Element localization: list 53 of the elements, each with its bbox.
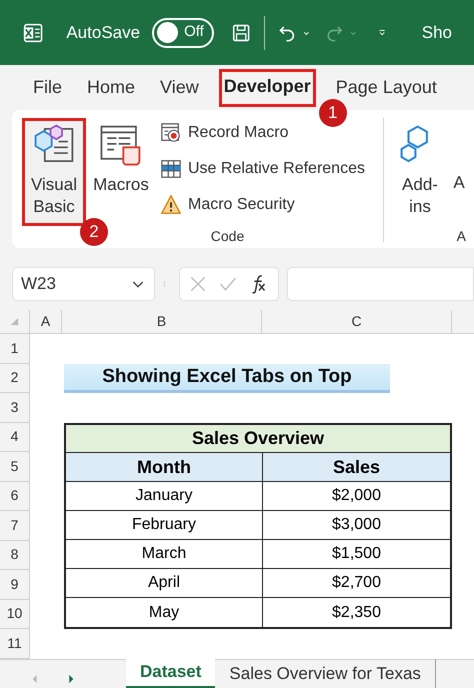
- ribbon-button[interactable]: Use Relative References: [160, 154, 365, 184]
- ribbon-button[interactable]: Macro Security: [160, 190, 365, 220]
- column-header[interactable]: C: [262, 310, 452, 334]
- autosave-toggle[interactable]: Off: [152, 18, 214, 48]
- sheet-tab[interactable]: Dataset: [126, 658, 216, 688]
- table-cell-text: $2,700: [331, 573, 382, 594]
- ribbon-tab[interactable]: View: [155, 68, 204, 106]
- row-header[interactable]: 11: [0, 629, 30, 658]
- group-label: Code: [210, 227, 244, 246]
- table-cell: April: [66, 569, 263, 598]
- row-header[interactable]: 5: [0, 452, 30, 482]
- table-cell-text: $2,000: [331, 486, 382, 506]
- formula-input[interactable]: [287, 267, 474, 301]
- ribbon-tab[interactable]: File: [28, 68, 68, 106]
- column-header[interactable]: A: [30, 310, 62, 334]
- table-cell: May: [66, 598, 263, 628]
- table-cell: March: [66, 540, 263, 568]
- callout-badge: 1: [318, 98, 347, 126]
- warning-icon: [160, 194, 182, 216]
- row-header[interactable]: 8: [0, 540, 30, 570]
- column-heading: Month: [66, 453, 263, 482]
- table-cell: January: [66, 482, 263, 510]
- column-header[interactable]: B: [62, 310, 262, 334]
- ribbon-button[interactable]: Visual Basic: [22, 118, 86, 226]
- record-icon: [160, 122, 182, 144]
- ribbon-tab[interactable]: Developer: [218, 68, 316, 106]
- sheet-tab[interactable]: Sales Overview for Texas: [215, 658, 436, 688]
- row-header[interactable]: 1: [0, 334, 30, 364]
- autosave-label: AutoSave: [66, 22, 140, 44]
- column-heading: Sales: [332, 456, 382, 479]
- row-header[interactable]: 10: [0, 600, 30, 629]
- row-header[interactable]: 9: [0, 570, 30, 600]
- table-grid-icon: [160, 158, 182, 180]
- table-caption: Sales Overview: [66, 424, 450, 454]
- ribbon-button[interactable]: A: [452, 118, 466, 226]
- table-cell-text: $2,350: [331, 602, 382, 623]
- ribbon-button[interactable]: Add-ins: [396, 118, 444, 226]
- table-cell-text: $3,000: [331, 515, 382, 536]
- callout-badge: 2: [80, 218, 108, 246]
- table-cell: February: [66, 511, 263, 540]
- row-header[interactable]: 7: [0, 511, 30, 540]
- ribbon-tab[interactable]: Home: [82, 68, 140, 106]
- document-title: Sho: [422, 22, 452, 44]
- title-banner: Showing Excel Tabs on Top: [64, 364, 390, 393]
- table-cell-text: $1,500: [331, 544, 382, 564]
- row-header[interactable]: 6: [0, 482, 30, 511]
- column-header[interactable]: [452, 310, 474, 334]
- row-header[interactable]: 4: [0, 422, 30, 452]
- select-all-icon[interactable]: [0, 310, 30, 334]
- group-label: A: [456, 227, 467, 246]
- row-header[interactable]: 2: [0, 364, 30, 393]
- row-header[interactable]: 3: [0, 393, 30, 422]
- name-box[interactable]: W23: [12, 267, 155, 301]
